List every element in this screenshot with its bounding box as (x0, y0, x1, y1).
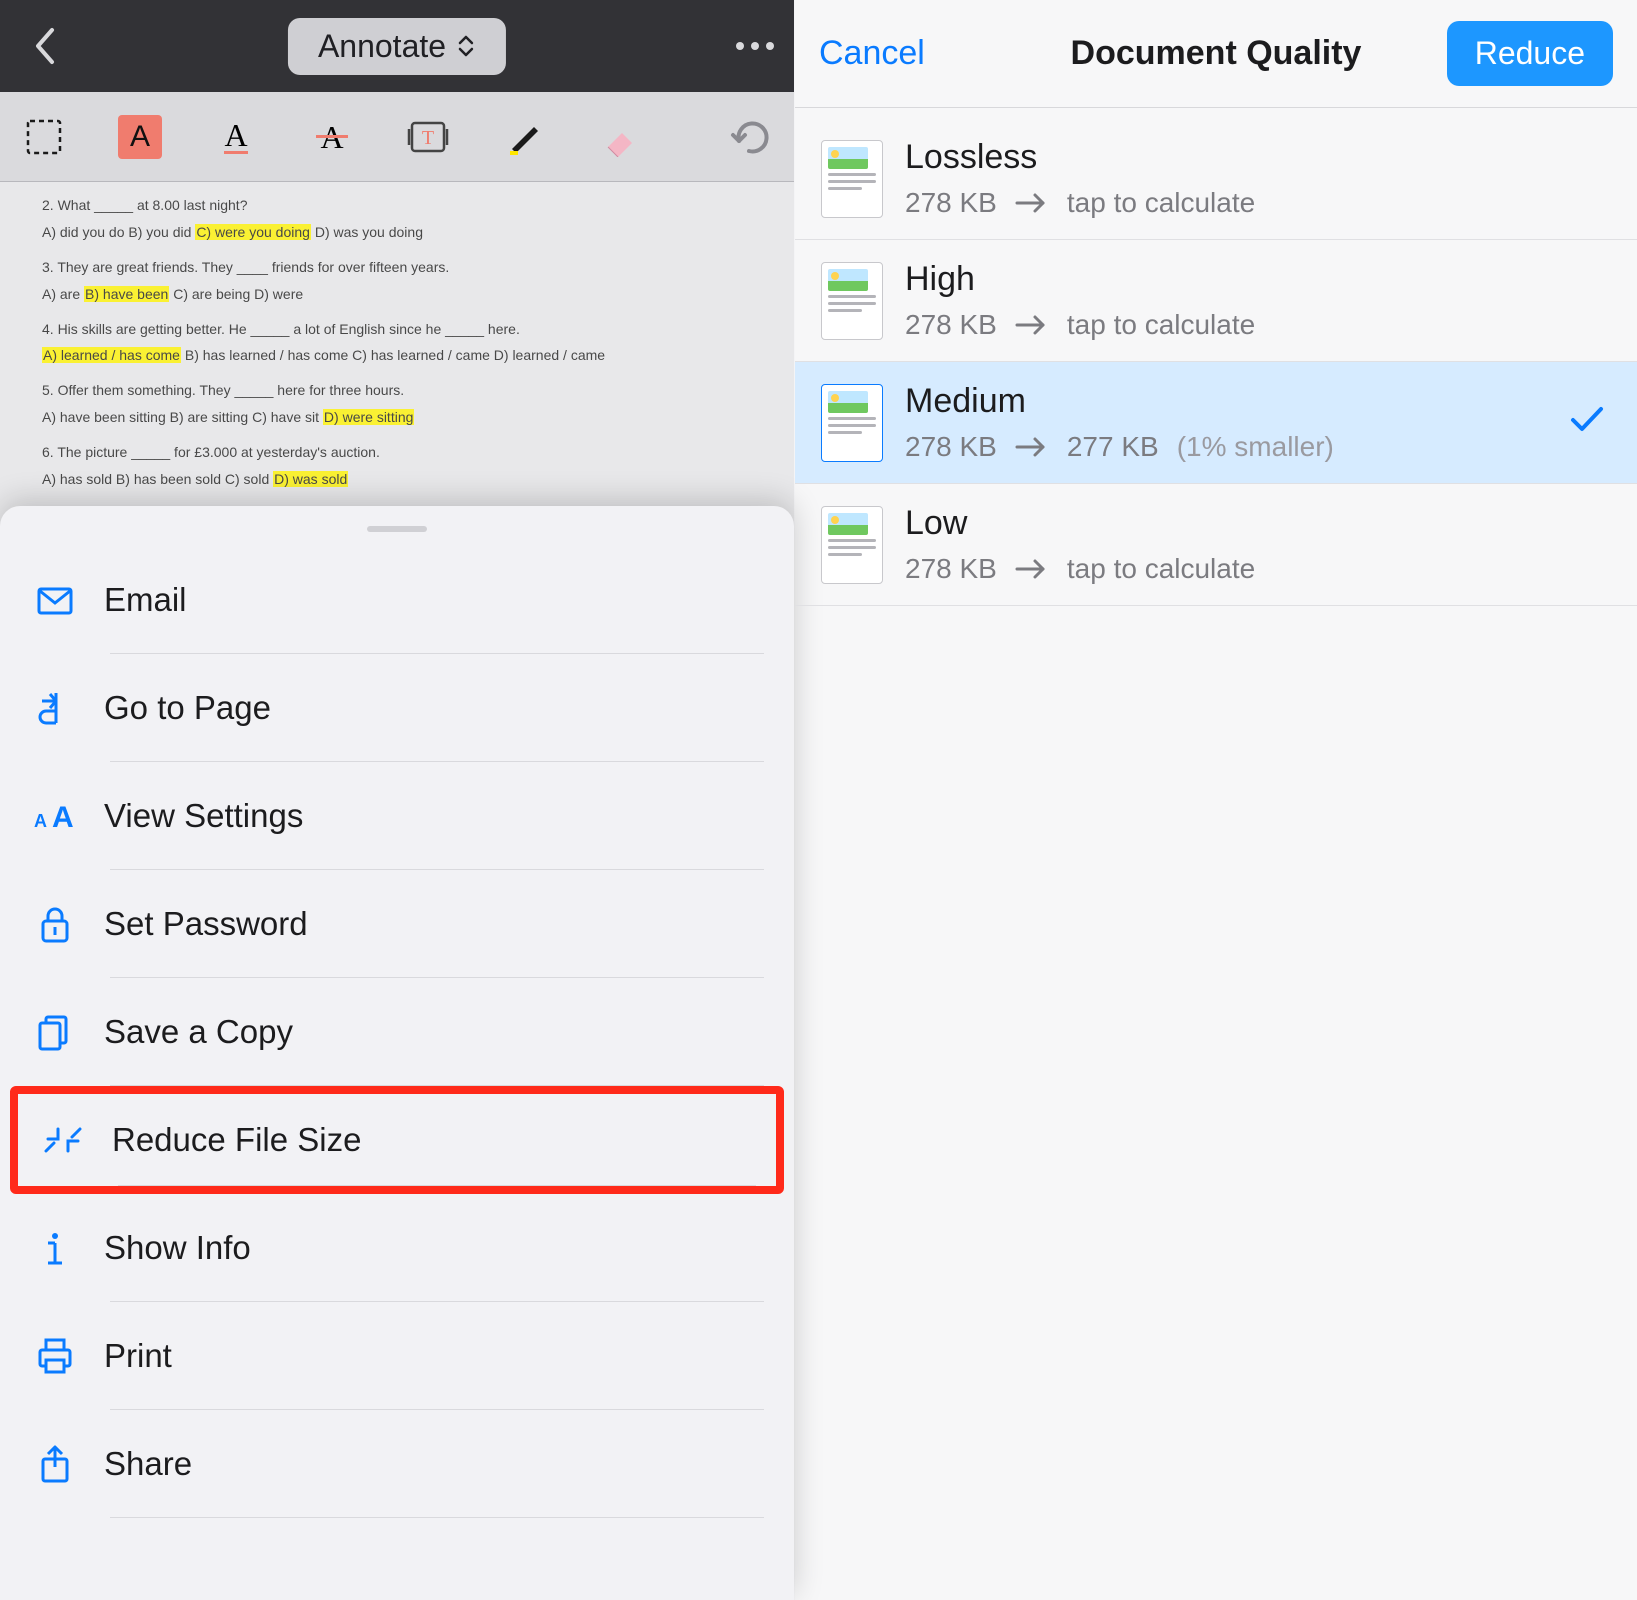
sheet-grabber[interactable] (367, 526, 427, 532)
quality-name: High (905, 260, 1605, 299)
marker-tool[interactable] (500, 113, 548, 161)
quality-detail: 278 KBtap to calculate (905, 309, 1605, 341)
quality-options: Lossless 278 KBtap to calculate High 278 KB… (795, 108, 1637, 616)
strikethrough-tool[interactable]: A (308, 113, 356, 161)
menu-item-label: Set Password (104, 905, 308, 943)
mode-label: Annotate (318, 28, 446, 65)
left-phone-screen: Annotate A A A T 2. What _____ at 8.00 l… (0, 0, 795, 1600)
savecopy-icon (34, 1011, 104, 1053)
updown-icon (456, 32, 476, 60)
quality-name: Low (905, 504, 1605, 543)
eraser-tool[interactable] (596, 113, 644, 161)
menu-item-label: View Settings (104, 797, 303, 835)
menu-item-email[interactable]: Email (10, 546, 784, 654)
share-icon (34, 1443, 104, 1485)
print-icon (34, 1335, 104, 1377)
goto-icon (34, 687, 104, 729)
menu-item-label: Go to Page (104, 689, 271, 727)
menu-item-reduce[interactable]: Reduce File Size (10, 1086, 784, 1194)
reduce-icon (42, 1119, 112, 1161)
select-tool[interactable] (20, 113, 68, 161)
doc-thumb-icon (821, 262, 883, 340)
annotate-toolbar: A A A T (0, 92, 794, 182)
menu-item-view[interactable]: AAView Settings (10, 762, 784, 870)
quality-detail: 278 KBtap to calculate (905, 187, 1605, 219)
view-icon: AA (34, 795, 104, 837)
menu-item-info[interactable]: Show Info (10, 1194, 784, 1302)
info-icon (34, 1227, 104, 1269)
quality-detail: 278 KBtap to calculate (905, 553, 1605, 585)
menu-item-share[interactable]: Share (10, 1410, 784, 1518)
reduce-button[interactable]: Reduce (1447, 21, 1613, 86)
action-sheet: EmailGo to PageAAView SettingsSet Passwo… (0, 506, 794, 1600)
mode-selector[interactable]: Annotate (288, 18, 506, 75)
quality-name: Lossless (905, 138, 1605, 177)
quality-detail: 278 KB277 KB(1% smaller) (905, 431, 1547, 463)
svg-text:T: T (422, 127, 434, 149)
undo-button[interactable] (726, 113, 774, 161)
doc-thumb-icon (821, 384, 883, 462)
menu-item-label: Show Info (104, 1229, 251, 1267)
quality-header: Cancel Document Quality Reduce (795, 0, 1637, 108)
textbox-tool[interactable]: T (404, 113, 452, 161)
svg-text:A: A (52, 801, 74, 834)
underline-tool[interactable]: A (212, 113, 260, 161)
password-icon (34, 903, 104, 945)
menu-item-goto[interactable]: Go to Page (10, 654, 784, 762)
email-icon (34, 579, 104, 621)
quality-option-high[interactable]: High 278 KBtap to calculate (795, 240, 1637, 362)
quality-option-medium[interactable]: Medium 278 KB277 KB(1% smaller) (795, 362, 1637, 484)
menu-item-label: Print (104, 1337, 172, 1375)
doc-thumb-icon (821, 140, 883, 218)
quality-option-lossless[interactable]: Lossless 278 KBtap to calculate (795, 118, 1637, 240)
page-title: Document Quality (1071, 34, 1362, 73)
menu-item-label: Reduce File Size (112, 1121, 361, 1159)
editor-topbar: Annotate (0, 0, 794, 92)
quality-name: Medium (905, 382, 1547, 421)
menu-item-label: Share (104, 1445, 192, 1483)
right-phone-screen: Cancel Document Quality Reduce Lossless 2… (795, 0, 1637, 1600)
quality-option-low[interactable]: Low 278 KBtap to calculate (795, 484, 1637, 606)
doc-thumb-icon (821, 506, 883, 584)
menu-item-print[interactable]: Print (10, 1302, 784, 1410)
menu-item-label: Save a Copy (104, 1013, 293, 1051)
menu-item-savecopy[interactable]: Save a Copy (10, 978, 784, 1086)
menu-item-password[interactable]: Set Password (10, 870, 784, 978)
cancel-button[interactable]: Cancel (819, 34, 925, 73)
more-button[interactable] (736, 42, 774, 50)
back-button[interactable] (20, 21, 70, 71)
svg-text:A: A (34, 811, 47, 831)
menu-item-label: Email (104, 581, 187, 619)
check-icon (1569, 401, 1605, 444)
highlight-tool[interactable]: A (116, 113, 164, 161)
